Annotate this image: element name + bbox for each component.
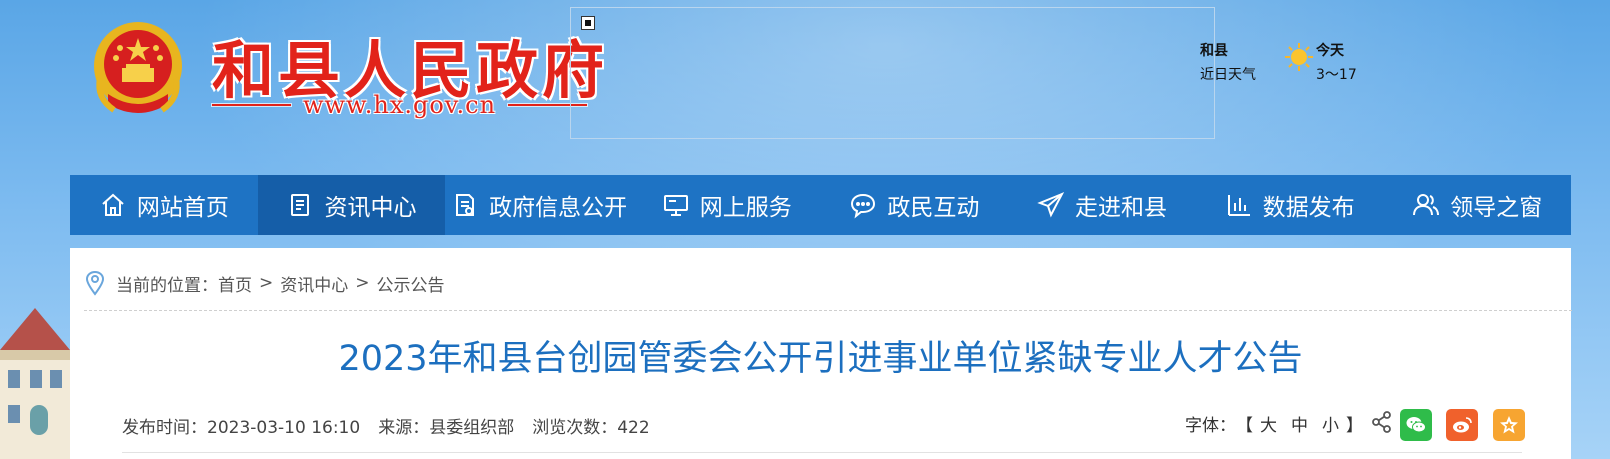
- weather-day: 今天: [1316, 43, 1344, 59]
- nav-item-label: 政府信息公开: [489, 195, 628, 221]
- breadcrumb: 当前的位置： 首页 > 资讯中心 > 公示公告: [84, 270, 445, 296]
- font-size-label: 字体：: [1185, 416, 1236, 436]
- breadcrumb-separator: >: [355, 273, 370, 293]
- publish-label: 发布时间：: [122, 418, 207, 438]
- building-decoration: [0, 308, 70, 459]
- weibo-icon: [1453, 417, 1472, 433]
- breadcrumb-news[interactable]: 资讯中心: [280, 271, 348, 296]
- nav-item-data[interactable]: 数据发布: [1196, 175, 1384, 235]
- nav-item-gov-info[interactable]: 政府信息公开: [445, 175, 633, 235]
- monitor-icon: [663, 195, 688, 216]
- nav-item-interaction[interactable]: 政民互动: [821, 175, 1009, 235]
- wechat-icon: [1406, 417, 1426, 433]
- publish-value: 2023-03-10 16:10: [207, 418, 361, 438]
- nav-item-home[interactable]: 网站首页: [70, 175, 258, 235]
- breadcrumb-separator: >: [259, 273, 274, 293]
- weather-temp: 3～17: [1316, 67, 1357, 83]
- nav-item-news[interactable]: 资讯中心: [257, 175, 446, 235]
- nav-item-leaders[interactable]: 领导之窗: [1383, 175, 1571, 235]
- site-url-row: www.hx.gov.cn: [212, 90, 587, 120]
- breadcrumb-divider: [84, 310, 1572, 311]
- users-icon: [1413, 194, 1440, 216]
- source-label: 来源：: [378, 418, 430, 438]
- file-list-icon: [456, 194, 475, 216]
- bracket-close: 】: [1346, 416, 1363, 436]
- views-label: 浏览次数：: [532, 418, 618, 438]
- url-left-line: [212, 104, 291, 106]
- nav-item-label: 网站首页: [136, 195, 229, 221]
- nav-item-label: 走进和县: [1074, 195, 1167, 221]
- source-value: 县委组织部: [429, 418, 515, 438]
- nav-item-label: 政民互动: [887, 195, 980, 221]
- weather-city: 和县: [1200, 43, 1228, 59]
- national-emblem-logo: [94, 22, 182, 113]
- star-icon: [1500, 416, 1518, 434]
- breadcrumb-notice[interactable]: 公示公告: [377, 271, 445, 296]
- main-nav: 网站首页 资讯中心 政府信息公开 网上服务 政民互动 走进和县 数据发布 领导之…: [70, 175, 1571, 235]
- source: 来源：县委组织部: [378, 413, 514, 438]
- font-large-button[interactable]: 大: [1260, 411, 1277, 436]
- article-title: 2023年和县台创园管委会公开引进事业单位紧缺专业人才公告: [338, 339, 1303, 379]
- sun-icon: [1285, 43, 1313, 71]
- chat-icon: [851, 193, 876, 219]
- share-wechat-button[interactable]: [1400, 409, 1432, 441]
- nav-item-label: 领导之窗: [1450, 195, 1543, 221]
- view-count: 浏览次数：422: [532, 413, 649, 438]
- paper-plane-icon: [1037, 192, 1065, 218]
- site-url: www.hx.gov.cn: [302, 91, 497, 119]
- location-pin-icon: [85, 270, 105, 296]
- favorite-button[interactable]: [1493, 409, 1525, 441]
- nav-item-label: 数据发布: [1262, 195, 1355, 221]
- article-meta: 发布时间：2023-03-10 16:10 来源：县委组织部 浏览次数：422: [122, 413, 650, 438]
- share-icon: [1372, 411, 1391, 433]
- document-icon: [291, 194, 310, 216]
- content-panel: 当前的位置： 首页 > 资讯中心 > 公示公告 2023年和县台创园管委会公开引…: [70, 248, 1572, 459]
- banner-placeholder: [570, 7, 1215, 139]
- nav-item-online-service[interactable]: 网上服务: [633, 175, 821, 235]
- broken-image-icon: [581, 16, 595, 30]
- home-icon: [102, 193, 124, 216]
- meta-divider: [122, 452, 1522, 453]
- breadcrumb-prefix: 当前的位置：: [116, 275, 218, 296]
- share-weibo-button[interactable]: [1446, 409, 1478, 441]
- font-medium-button[interactable]: 中: [1291, 411, 1308, 436]
- bar-chart-icon: [1227, 195, 1250, 216]
- nav-item-label: 网上服务: [699, 195, 792, 221]
- nav-item-about[interactable]: 走进和县: [1008, 175, 1196, 235]
- weather-label: 近日天气: [1200, 67, 1256, 83]
- bracket-open: 【: [1236, 416, 1253, 436]
- nav-item-label: 资讯中心: [324, 195, 417, 221]
- breadcrumb-home[interactable]: 首页: [218, 271, 252, 296]
- font-small-button[interactable]: 小: [1322, 411, 1339, 436]
- views-value: 422: [617, 418, 650, 438]
- publish-time: 发布时间：2023-03-10 16:10: [122, 413, 360, 438]
- font-size-control: 字体： 【 大 中 小 】: [1185, 411, 1363, 436]
